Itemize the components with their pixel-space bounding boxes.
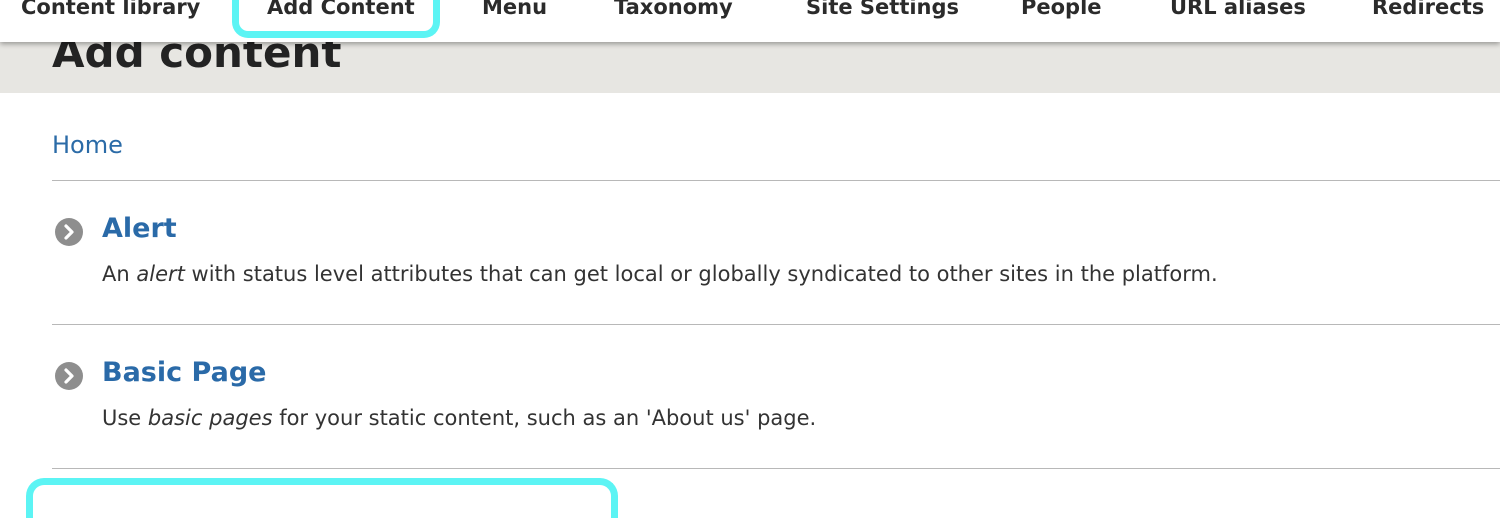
toolbar-item-people[interactable]: People bbox=[1021, 0, 1102, 27]
toolbar-item-url-aliases[interactable]: URL aliases bbox=[1170, 0, 1306, 27]
toolbar-item-taxonomy[interactable]: Taxonomy bbox=[614, 0, 733, 27]
description-text: An bbox=[102, 262, 137, 286]
divider bbox=[52, 324, 1500, 325]
page-title-region: Add content bbox=[0, 42, 1500, 93]
description-emphasis: alert bbox=[136, 262, 185, 286]
toolbar-item-content-library[interactable]: Content library bbox=[21, 0, 200, 27]
divider bbox=[52, 180, 1500, 181]
content-type-link-basic-page[interactable]: Basic Page bbox=[102, 357, 266, 388]
chevron-circle-right-icon bbox=[55, 362, 83, 390]
description-text: for your static content, such as an 'Abo… bbox=[272, 406, 817, 430]
content-type-description: An alert with status level attributes th… bbox=[102, 262, 1218, 286]
page-title: Add content bbox=[52, 42, 342, 77]
chevron-circle-right-icon bbox=[55, 218, 83, 246]
admin-toolbar: Content library Add Content Menu Taxonom… bbox=[0, 0, 1500, 42]
content-type-description: Use basic pages for your static content,… bbox=[102, 406, 816, 430]
toolbar-item-site-settings[interactable]: Site Settings bbox=[806, 0, 959, 27]
next-item-highlight bbox=[26, 478, 618, 518]
divider bbox=[52, 468, 1500, 469]
toolbar-item-redirects[interactable]: Redirects bbox=[1372, 0, 1484, 27]
toolbar-item-menu[interactable]: Menu bbox=[482, 0, 547, 27]
breadcrumb-home-link[interactable]: Home bbox=[52, 131, 123, 159]
description-text: with status level attributes that can ge… bbox=[184, 262, 1218, 286]
description-text: Use bbox=[102, 406, 148, 430]
toolbar-item-add-content[interactable]: Add Content bbox=[267, 0, 415, 27]
content-type-link-alert[interactable]: Alert bbox=[102, 213, 177, 244]
description-emphasis: basic pages bbox=[147, 406, 273, 430]
